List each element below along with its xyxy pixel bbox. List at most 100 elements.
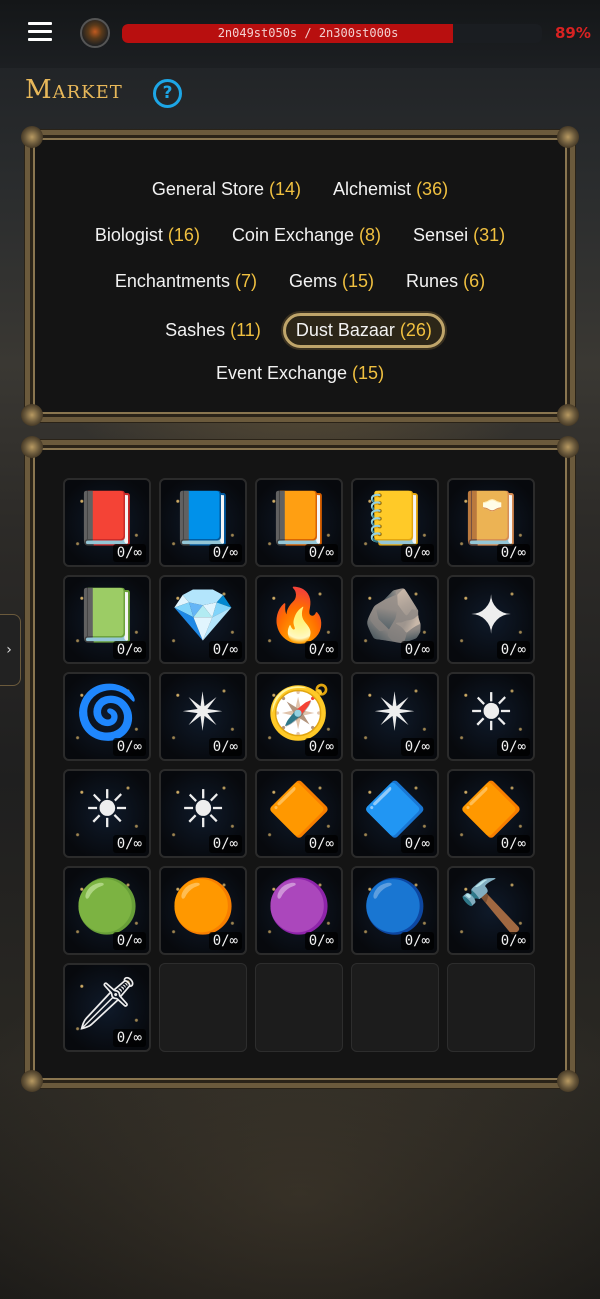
shop-tab-coin-exchange[interactable]: Coin Exchange (8): [222, 221, 391, 250]
shop-item-count: (8): [359, 225, 382, 245]
orange-orb-emblem-icon: 🔶: [266, 780, 332, 841]
shop-tab-biologist[interactable]: Biologist (16): [85, 221, 210, 250]
shop-name: Dust Bazaar: [295, 320, 395, 340]
item-quantity-label: 0/∞: [112, 641, 146, 659]
market-item-slot[interactable]: 📘 0/∞: [159, 478, 247, 567]
shop-item-count: (14): [269, 179, 302, 199]
shop-tab-sashes[interactable]: Sashes (11): [155, 316, 271, 345]
market-item-slot[interactable]: 🗡 0/∞: [63, 963, 151, 1052]
shop-tab-alchemist[interactable]: Alchemist (36): [323, 175, 458, 204]
shop-tab-enchantments[interactable]: Enchantments (7): [105, 267, 267, 296]
item-quantity-label: 0/∞: [496, 641, 530, 659]
blue-orb-emblem-icon: 🔷: [362, 780, 428, 841]
bronze-orb-emblem-icon: 🟠: [170, 877, 236, 938]
purple-rune-tome-icon: 📔: [458, 489, 524, 550]
market-item-slot[interactable]: 🟣 0/∞: [255, 866, 343, 955]
shop-item-count: (36): [416, 179, 449, 199]
help-icon[interactable]: ?: [153, 79, 182, 108]
earth-crystal-icon: 🪨: [362, 586, 428, 647]
flame-sun-emblem-icon: ☀: [179, 780, 227, 841]
amber-orb-emblem-icon: 🔶: [458, 780, 524, 841]
shop-name: Sashes: [165, 320, 226, 340]
market-item-slot[interactable]: 🪨 0/∞: [351, 575, 439, 664]
empty-item-slot: [351, 963, 439, 1052]
market-item-slot[interactable]: 📗 0/∞: [63, 575, 151, 664]
shop-tab-event-exchange[interactable]: Event Exchange (15): [206, 359, 394, 388]
water-swirl-icon: 🌀: [74, 683, 140, 744]
shop-tab-general-store[interactable]: General Store (14): [142, 175, 311, 204]
violet-orb-emblem-icon: 🟣: [266, 877, 332, 938]
blue-crystal-tome-icon: 📘: [170, 489, 236, 550]
item-quantity-label: 0/∞: [304, 544, 338, 562]
item-quantity-label: 0/∞: [496, 835, 530, 853]
shop-tab-sensei[interactable]: Sensei (31): [403, 221, 515, 250]
market-item-slot[interactable]: 💎 0/∞: [159, 575, 247, 664]
item-quantity-label: 0/∞: [304, 932, 338, 950]
shop-row: Biologist (16) Coin Exchange (8) Sensei (3…: [30, 221, 570, 250]
item-quantity-label: 0/∞: [208, 932, 242, 950]
shop-tab-runes[interactable]: Runes (6): [396, 267, 495, 296]
frame-corner-ornament: [557, 1070, 579, 1092]
shop-row: Sashes (11) Dust Bazaar (26): [30, 313, 570, 348]
market-item-slot[interactable]: ☀ 0/∞: [159, 769, 247, 858]
frame-corner-ornament: [21, 404, 43, 426]
market-item-slot[interactable]: 🟠 0/∞: [159, 866, 247, 955]
green-orb-emblem-icon: 🟢: [74, 877, 140, 938]
shop-item-count: (15): [342, 271, 375, 291]
item-quantity-label: 0/∞: [208, 835, 242, 853]
market-item-slot[interactable]: ☀ 0/∞: [447, 672, 535, 761]
golden-star-icon: ✦: [469, 586, 513, 647]
rune-hammer-icon: 🔨: [458, 877, 524, 938]
hamburger-menu-icon[interactable]: [28, 22, 52, 44]
shop-tab-dust-bazaar[interactable]: Dust Bazaar (26): [282, 313, 445, 348]
ice-crystal-icon: 💎: [170, 586, 236, 647]
shop-item-count: (31): [473, 225, 506, 245]
frame-corner-ornament: [21, 1070, 43, 1092]
shop-item-count: (16): [167, 225, 200, 245]
shop-name: Runes: [406, 271, 459, 291]
green-tree-tome-icon: 📗: [74, 586, 140, 647]
shop-tab-gems[interactable]: Gems (15): [279, 267, 384, 296]
market-item-slot[interactable]: ✴ 0/∞: [351, 672, 439, 761]
player-avatar[interactable]: [80, 18, 110, 48]
shop-name: Coin Exchange: [231, 225, 355, 245]
frame-corner-ornament: [557, 126, 579, 148]
market-item-slot[interactable]: ✦ 0/∞: [447, 575, 535, 664]
experience-bar: 2n049st050s / 2n300st000s: [122, 24, 542, 43]
top-bar: 2n049st050s / 2n300st000s 89%: [0, 0, 600, 68]
market-item-slot[interactable]: 📕 0/∞: [63, 478, 151, 567]
fire-crystal-icon: 🔥: [266, 586, 332, 647]
item-quantity-label: 0/∞: [400, 641, 434, 659]
market-item-slot[interactable]: 🟢 0/∞: [63, 866, 151, 955]
market-item-slot[interactable]: ☀ 0/∞: [63, 769, 151, 858]
shop-name: Alchemist: [333, 179, 412, 199]
market-item-slot[interactable]: 📔 0/∞: [447, 478, 535, 567]
empty-item-slot: [447, 963, 535, 1052]
item-quantity-label: 0/∞: [400, 738, 434, 756]
market-item-slot[interactable]: 📙 0/∞: [255, 478, 343, 567]
shop-name: Sensei: [413, 225, 469, 245]
purple-gem-tome-icon: 📕: [74, 489, 140, 550]
blue-orb-compass-icon: 🧭: [266, 683, 332, 744]
item-quantity-label: 0/∞: [400, 932, 434, 950]
frame-corner-ornament: [557, 404, 579, 426]
market-item-slot[interactable]: 🔶 0/∞: [255, 769, 343, 858]
market-item-slot[interactable]: 🔷 0/∞: [351, 769, 439, 858]
market-item-slot[interactable]: 🔥 0/∞: [255, 575, 343, 664]
item-quantity-label: 0/∞: [112, 1029, 146, 1047]
experience-text: 2n049st050s / 2n300st000s: [217, 26, 399, 40]
side-drawer-chevron-icon[interactable]: ›: [0, 614, 21, 686]
market-item-slot[interactable]: 🔵 0/∞: [351, 866, 439, 955]
item-quantity-label: 0/∞: [208, 544, 242, 562]
shop-name: General Store: [151, 179, 264, 199]
market-item-slot[interactable]: ✴ 0/∞: [159, 672, 247, 761]
shop-item-count: (15): [352, 363, 385, 383]
market-item-slot[interactable]: 🔶 0/∞: [447, 769, 535, 858]
market-item-slot[interactable]: 🔨 0/∞: [447, 866, 535, 955]
shop-item-count: (7): [235, 271, 257, 291]
market-item-slot[interactable]: 🧭 0/∞: [255, 672, 343, 761]
market-item-slot[interactable]: 🌀 0/∞: [63, 672, 151, 761]
shop-item-count: (11): [230, 320, 261, 340]
market-item-slot[interactable]: 📒 0/∞: [351, 478, 439, 567]
item-quantity-label: 0/∞: [496, 932, 530, 950]
